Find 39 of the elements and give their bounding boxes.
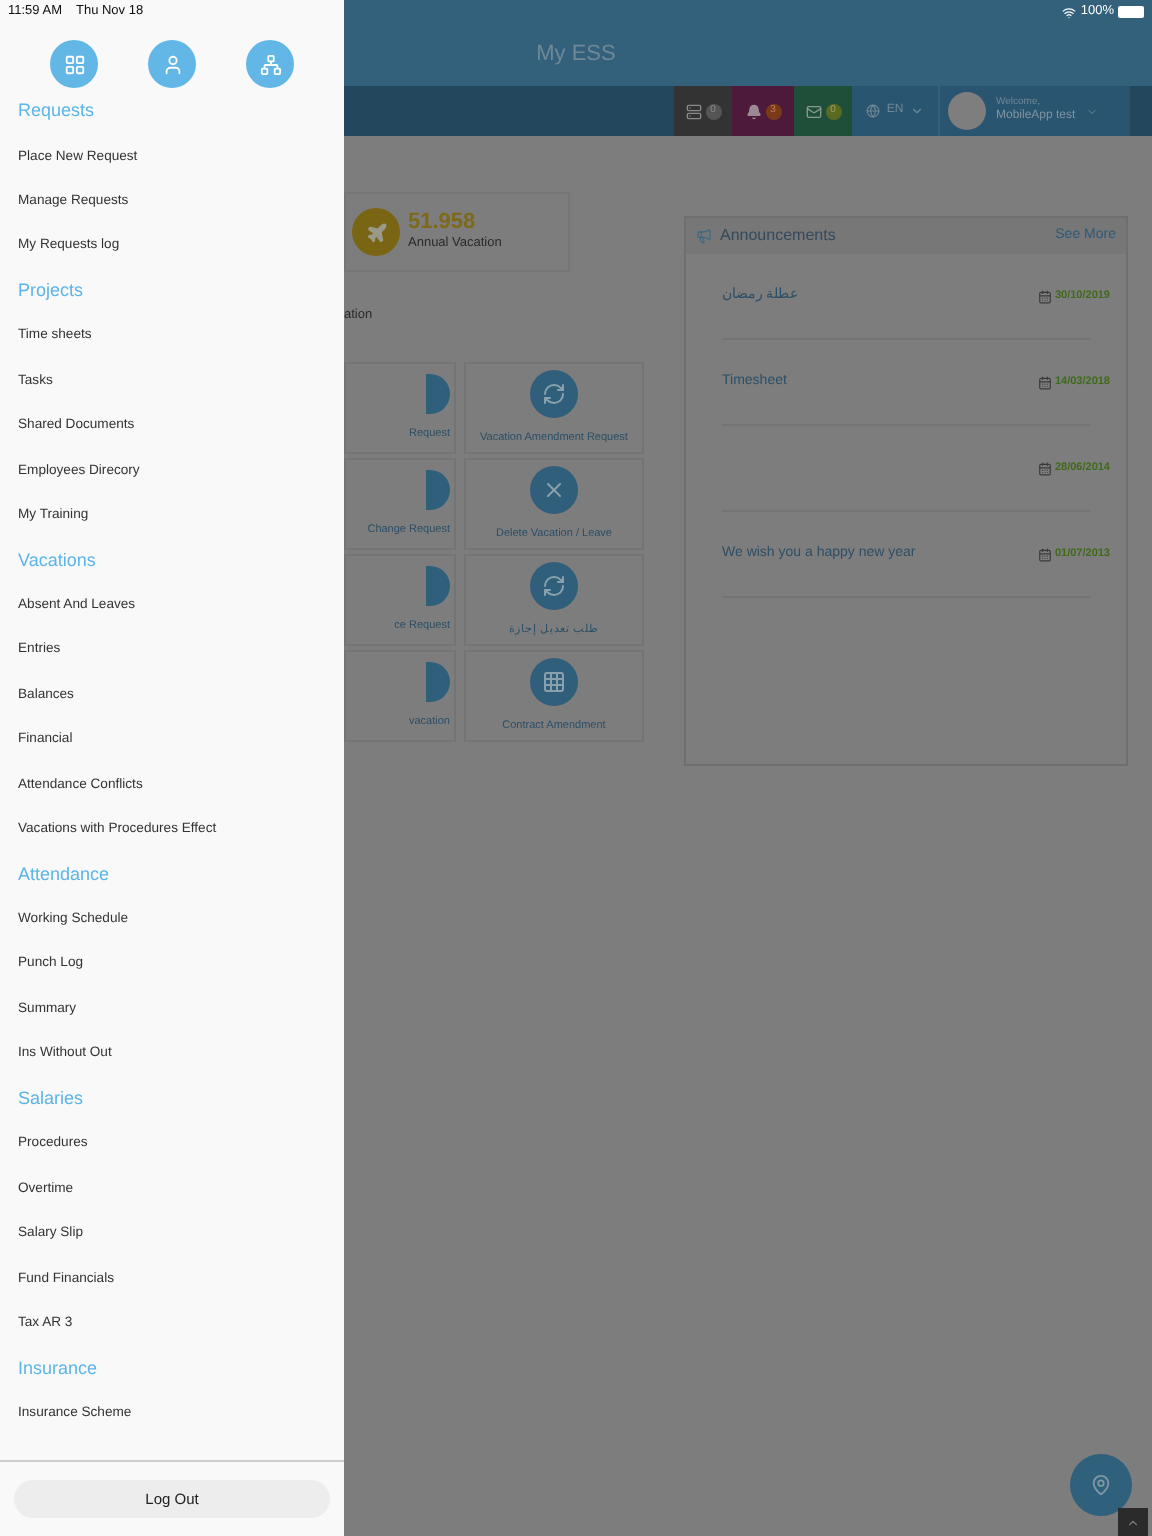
- calendar-icon: [1038, 461, 1053, 475]
- tile-icon: [426, 565, 450, 606]
- caret-icon: [909, 104, 924, 118]
- dashboard-icon[interactable]: [50, 40, 98, 88]
- battery-icon: [1118, 6, 1144, 18]
- avatar-icon: [948, 92, 986, 130]
- calendar-icon: [1038, 547, 1053, 561]
- section-title: Attendance: [18, 861, 110, 888]
- list-icon: [685, 103, 701, 119]
- scroll-top-button[interactable]: [1118, 1508, 1148, 1536]
- wifi-icon: [1062, 5, 1077, 19]
- plane-icon: [352, 208, 400, 256]
- tile-icon: [530, 465, 578, 514]
- tile-icon: [530, 369, 578, 418]
- section-title: Vacations: [18, 547, 96, 574]
- tile-icon: [530, 561, 578, 610]
- calendar-icon: [1038, 289, 1053, 303]
- tile-icon: [426, 661, 450, 702]
- balance-value: 51.958: [408, 211, 478, 234]
- tile-icon: [426, 373, 450, 414]
- section-title: Projects: [18, 278, 84, 305]
- profile-icon[interactable]: [148, 40, 196, 88]
- chevron-up-icon: [1126, 1515, 1140, 1529]
- megaphone-icon: [696, 228, 712, 244]
- section-title: Salaries: [18, 1086, 84, 1113]
- tile-icon: [530, 657, 578, 706]
- caret-icon: [1085, 105, 1098, 117]
- hierarchy-icon[interactable]: [246, 40, 294, 88]
- section-title: Requests: [18, 98, 95, 125]
- section-title: Insurance: [18, 1355, 98, 1382]
- app-title: My ESS: [536, 40, 616, 71]
- bell-icon: [745, 103, 761, 119]
- panel-title: Announcements: [720, 224, 836, 248]
- mail-icon: [805, 103, 821, 119]
- globe-icon: [866, 104, 881, 118]
- location-button[interactable]: [1070, 1454, 1132, 1516]
- tile-icon: [426, 469, 450, 510]
- calendar-icon: [1038, 375, 1053, 389]
- location-pin-icon: [1090, 1474, 1112, 1496]
